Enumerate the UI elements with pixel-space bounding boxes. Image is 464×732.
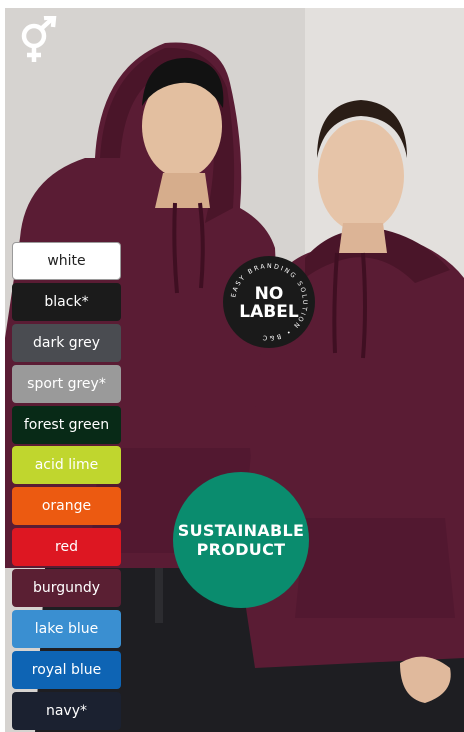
- color-swatch-dark-grey[interactable]: dark grey: [12, 323, 121, 362]
- unisex-symbol-icon: [21, 16, 57, 62]
- no-label-badge: EASY BRANDING SOLUTION • B&C NO LABEL: [223, 256, 315, 348]
- color-swatch-sport-grey[interactable]: sport grey*: [12, 364, 121, 403]
- no-label-line1: NO: [254, 284, 284, 304]
- color-swatch-list: white black* dark grey sport grey* forest gr…: [12, 242, 122, 732]
- color-swatch-white[interactable]: white: [12, 242, 121, 280]
- color-swatch-royal-blue[interactable]: royal blue: [12, 650, 121, 689]
- color-swatch-orange[interactable]: orange: [12, 487, 121, 526]
- sustainable-product-badge: SUSTAINABLE PRODUCT: [173, 472, 309, 608]
- color-swatch-forest-green[interactable]: forest green: [12, 405, 121, 444]
- color-swatch-burgundy[interactable]: burgundy: [12, 569, 121, 608]
- sustainable-line1: SUSTAINABLE: [177, 521, 305, 540]
- color-swatch-red[interactable]: red: [12, 528, 121, 567]
- sustainable-line2: PRODUCT: [196, 540, 286, 559]
- no-label-line2: LABEL: [239, 302, 299, 322]
- product-card: white black* dark grey sport grey* forest gr…: [0, 0, 464, 732]
- color-swatch-acid-lime[interactable]: acid lime: [12, 446, 121, 485]
- color-swatch-navy[interactable]: navy*: [12, 691, 121, 730]
- color-swatch-black[interactable]: black*: [12, 282, 121, 321]
- color-swatch-lake-blue[interactable]: lake blue: [12, 610, 121, 649]
